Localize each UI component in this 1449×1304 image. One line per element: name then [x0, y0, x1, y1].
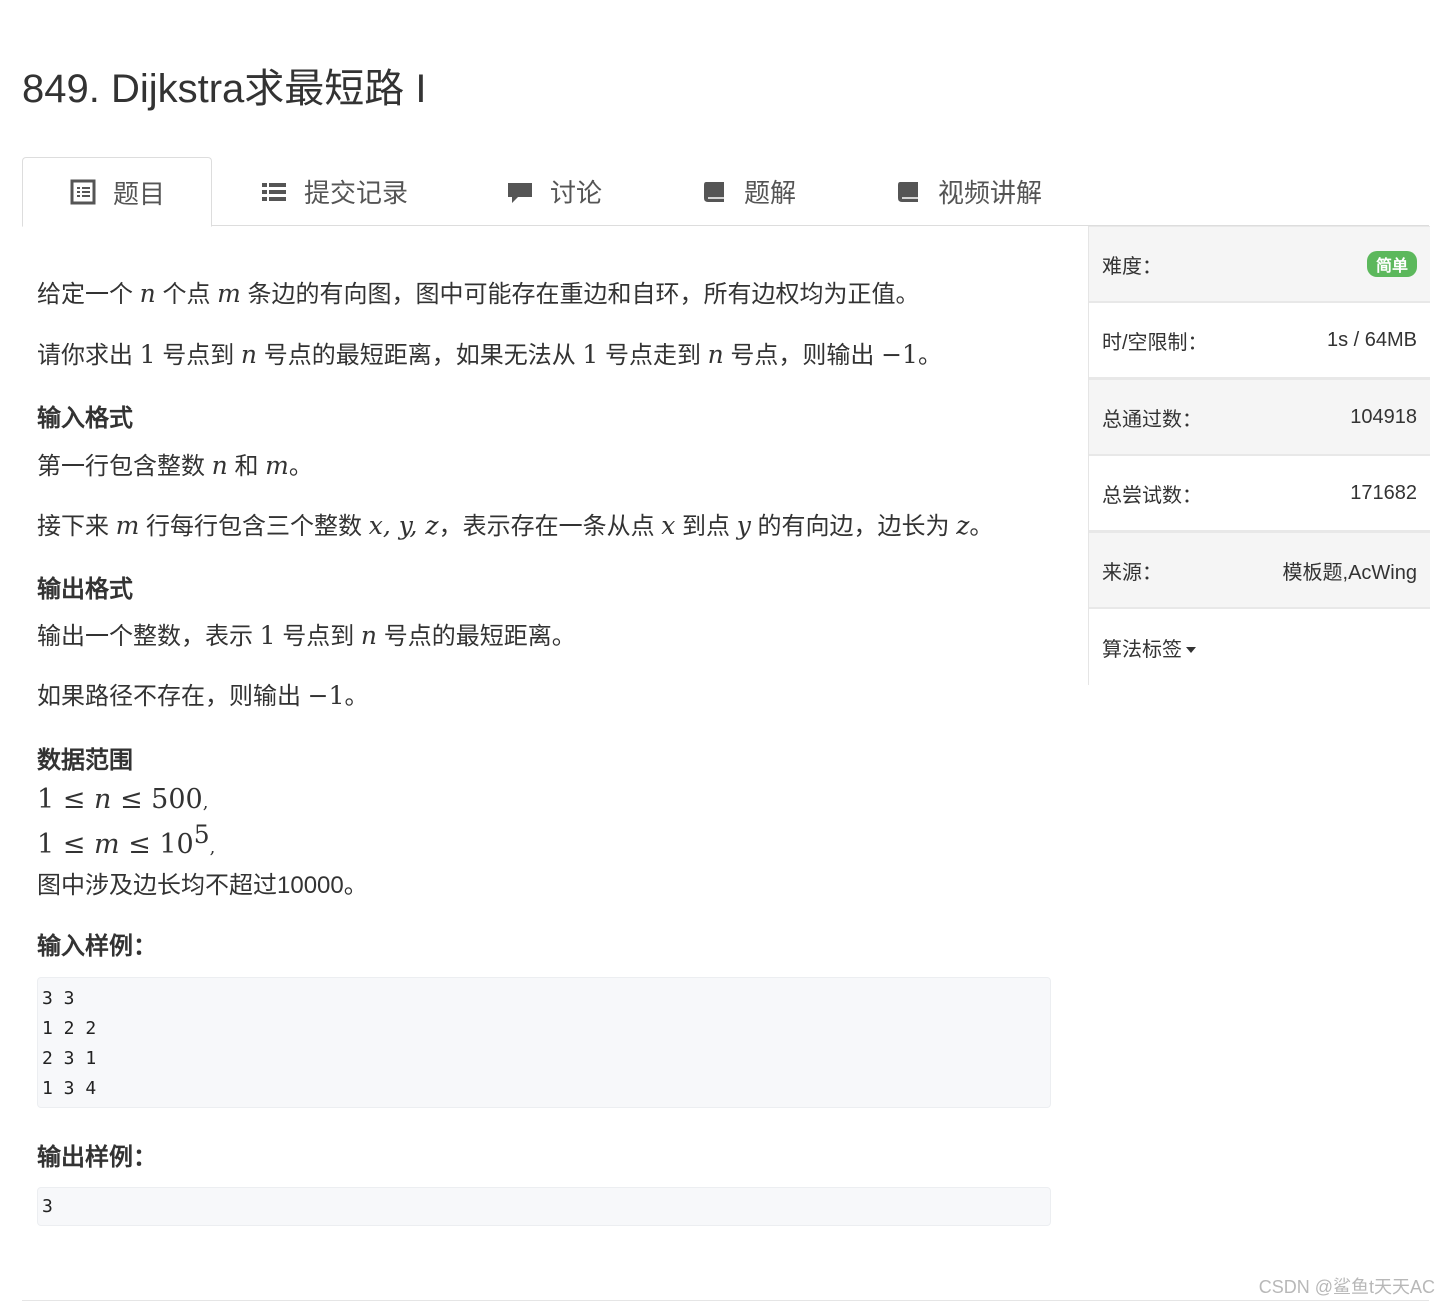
code-line: 1 3 4	[42, 1078, 97, 1099]
tab-label: 视频讲解	[938, 178, 1043, 208]
passed-row: 总通过数： 104918	[1089, 379, 1430, 456]
tried-label: 总尝试数：	[1102, 484, 1202, 507]
tags-row[interactable]: 算法标签	[1089, 608, 1430, 685]
tab-label: 题解	[744, 178, 797, 208]
data-range-heading: 数据范围	[37, 747, 133, 774]
passed-value: 104918	[1350, 405, 1417, 428]
sample-input-heading: 输入样例：	[37, 933, 157, 960]
tab-solutions[interactable]: 题解	[700, 157, 796, 226]
input-format-text: 接下来 m 行每行包含三个整数 x, y, z，表示存在一条从点 x 到点 y …	[37, 511, 994, 540]
data-range-line: 图中涉及边长均不超过10000。	[37, 872, 368, 899]
book-icon	[704, 181, 724, 202]
source-row: 来源： 模板题,AcWing	[1089, 532, 1430, 609]
tab-label: 提交记录	[304, 178, 409, 208]
tried-value: 171682	[1350, 481, 1417, 504]
difficulty-label: 难度：	[1102, 255, 1162, 278]
comment-icon	[508, 182, 532, 203]
tab-discussion[interactable]: 讨论	[506, 157, 602, 226]
problem-info-sidebar: 难度： 简单 时/空限制： 1s / 64MB 总通过数： 104918 总尝试…	[1088, 226, 1430, 685]
tags-toggle[interactable]: 算法标签	[1102, 633, 1196, 662]
output-format-text: 输出一个整数，表示 1 号点到 n 号点的最短距离。	[37, 621, 576, 650]
difficulty-row: 难度： 简单	[1089, 226, 1430, 303]
limit-label: 时/空限制：	[1102, 331, 1208, 354]
input-format-heading: 输入格式	[37, 405, 133, 432]
book-icon	[898, 181, 918, 202]
sample-input-box[interactable]: 3 3 1 2 2 2 3 1 1 3 4	[37, 977, 1051, 1108]
limit-value: 1s / 64MB	[1326, 328, 1417, 351]
watermark: CSDN @鲨鱼t天天AC	[1258, 1277, 1435, 1297]
code-line: 2 3 1	[42, 1048, 97, 1069]
caret-down-icon	[1186, 647, 1196, 654]
tab-submissions[interactable]: 提交记录	[260, 157, 408, 226]
problem-tabs: 题目 提交记录 讨论 题解 视频讲解	[22, 157, 1429, 227]
input-format-text: 第一行包含整数 n 和 m。	[37, 451, 313, 480]
list-icon	[262, 182, 286, 201]
output-format-text: 如果路径不存在，则输出 −1。	[37, 681, 369, 710]
source-value[interactable]: 模板题,AcWing	[1283, 556, 1417, 585]
sample-output-box[interactable]: 3	[37, 1187, 1051, 1226]
limit-row: 时/空限制： 1s / 64MB	[1089, 302, 1430, 379]
tab-video[interactable]: 视频讲解	[894, 157, 1042, 226]
data-range-line: 1 ≤ n ≤ 500,	[37, 784, 209, 815]
code-line: 1 2 2	[42, 1018, 97, 1039]
sample-output-heading: 输出样例：	[37, 1144, 157, 1171]
tab-label: 讨论	[550, 178, 603, 208]
code-line: 3	[42, 1196, 53, 1217]
difficulty-badge: 简单	[1366, 251, 1417, 277]
tab-problem[interactable]: 题目	[22, 157, 212, 227]
description-paragraph: 请你求出 1 号点到 n 号点的最短距离，如果无法从 1 号点走到 n 号点，则…	[37, 340, 942, 369]
tab-label: 题目	[113, 178, 166, 209]
tags-label: 算法标签	[1102, 638, 1182, 661]
code-line: 3 3	[42, 988, 75, 1009]
output-format-heading: 输出格式	[37, 576, 133, 603]
description-paragraph: 给定一个 n 个点 m 条边的有向图，图中可能存在重边和自环，所有边权均为正值。	[37, 279, 920, 308]
list-alt-icon	[70, 179, 96, 205]
source-label: 来源：	[1102, 561, 1162, 584]
tried-row: 总尝试数： 171682	[1089, 455, 1430, 532]
bottom-divider	[22, 1300, 1429, 1301]
page-title: 849. Dijkstra求最短路 I	[22, 67, 427, 111]
data-range-line: 1 ≤ m ≤ 105,	[37, 820, 216, 860]
passed-label: 总通过数：	[1102, 408, 1202, 431]
